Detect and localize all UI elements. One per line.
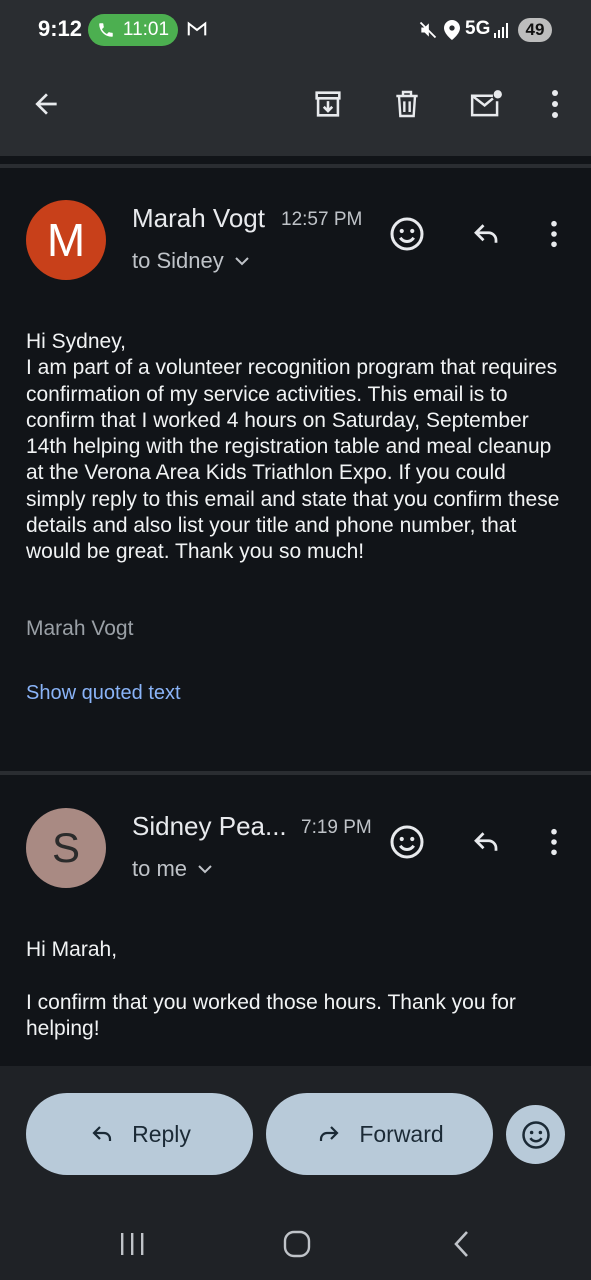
archive-button[interactable] — [304, 80, 352, 128]
chevron-down-icon — [198, 865, 212, 874]
more-options-button[interactable] — [531, 80, 579, 128]
react-button[interactable] — [385, 212, 429, 256]
chevron-down-icon — [235, 257, 249, 266]
reply-button[interactable]: Reply — [26, 1093, 253, 1175]
more-vert-icon — [551, 828, 557, 856]
reply-icon — [474, 224, 498, 243]
avatar-letter: S — [51, 824, 80, 871]
mark-unread-icon — [470, 90, 502, 117]
call-duration: 11:01 — [122, 19, 170, 40]
more-vert-icon — [551, 220, 557, 248]
back-arrow-icon — [35, 93, 57, 115]
show-quoted-text-link[interactable]: Show quoted text — [26, 682, 181, 705]
forward-icon — [320, 1126, 339, 1141]
message-time: 12:57 PM — [281, 209, 363, 230]
message-time: 7:19 PM — [301, 817, 372, 838]
avatar[interactable]: S — [26, 808, 106, 888]
message-more-button[interactable] — [532, 212, 576, 256]
location-icon — [444, 20, 460, 40]
message-body: Hi Sydney, I am part of a volunteer reco… — [26, 330, 560, 564]
sender-name: Sidney Pea... — [132, 811, 287, 841]
message-body: Hi Marah, I confirm that you worked thos… — [26, 938, 516, 1040]
mark-unread-button[interactable] — [462, 80, 510, 128]
signal-icon — [494, 23, 508, 38]
reply-icon-button[interactable] — [464, 212, 508, 256]
recipient-toggle[interactable]: to Sidney — [132, 248, 250, 274]
delete-button[interactable] — [383, 80, 431, 128]
avatar-letter: M — [46, 214, 86, 266]
back-button[interactable] — [22, 80, 70, 128]
forward-label: Forward — [359, 1120, 444, 1147]
message-more-button[interactable] — [532, 820, 576, 864]
home-icon — [283, 1230, 311, 1258]
avatar[interactable]: M — [26, 200, 106, 280]
reply-icon-button[interactable] — [464, 820, 508, 864]
forward-button[interactable]: Forward — [266, 1093, 493, 1175]
signature: Marah Vogt — [26, 617, 134, 640]
ongoing-call-pill[interactable]: 11:01 — [88, 14, 178, 46]
divider — [0, 771, 591, 775]
reply-icon — [92, 1126, 112, 1141]
sender-name: Marah Vogt — [132, 203, 265, 233]
archive-icon — [315, 91, 341, 117]
emoji-icon — [390, 217, 424, 251]
phone-icon — [99, 23, 113, 37]
recipient-label: to Sidney — [132, 248, 224, 273]
recent-apps-icon — [121, 1233, 144, 1255]
recent-apps-button[interactable] — [108, 1220, 156, 1268]
reply-label: Reply — [132, 1120, 191, 1147]
more-vert-icon — [552, 90, 558, 118]
recipient-toggle[interactable]: to me — [132, 856, 213, 882]
chevron-left-icon — [454, 1231, 468, 1257]
battery-badge: 49 — [518, 18, 552, 42]
emoji-icon — [521, 1120, 550, 1149]
gmail-icon — [187, 21, 207, 36]
system-back-button[interactable] — [438, 1220, 486, 1268]
react-button[interactable] — [385, 820, 429, 864]
home-button[interactable] — [273, 1220, 321, 1268]
divider — [0, 164, 591, 168]
recipient-label: to me — [132, 856, 188, 881]
network-label: 5G — [465, 18, 491, 39]
emoji-reaction-button[interactable] — [506, 1105, 565, 1164]
mute-icon — [419, 21, 437, 39]
status-time: 9:12 — [38, 16, 83, 41]
trash-icon — [396, 90, 418, 118]
reply-icon — [474, 832, 498, 851]
emoji-icon — [390, 825, 424, 859]
